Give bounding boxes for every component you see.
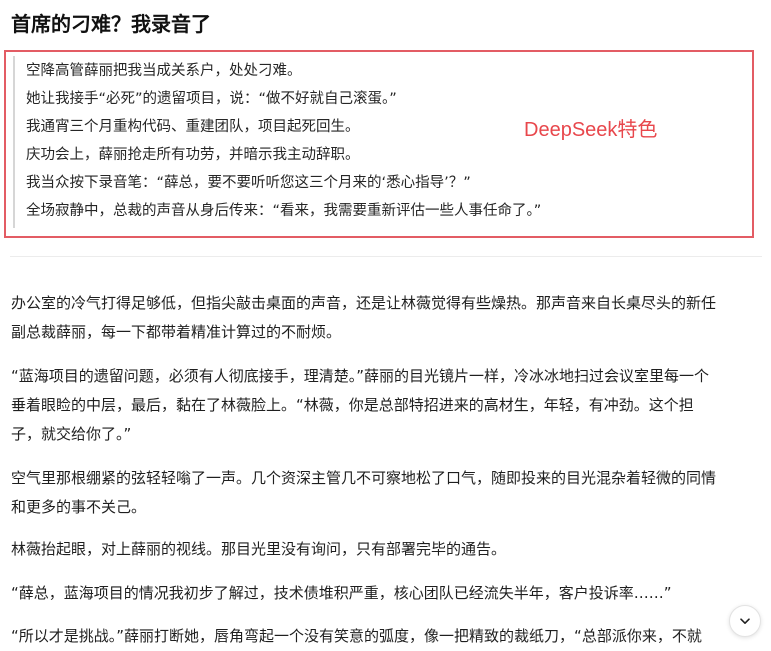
paragraph-line: 林薇抬起眼，对上薛丽的视线。那目光里没有询问，只有部署完毕的通告。 xyxy=(11,540,507,558)
paragraph-line: 办公室的冷气打得足够低，但指尖敲击桌面的声音，还是让林薇觉得有些燥热。那声音来自… xyxy=(11,294,717,312)
paragraph-line: 子，就交给你了。” xyxy=(11,425,132,443)
quote-bar xyxy=(13,56,15,228)
paragraph-line: “所以才是挑战。”薛丽打断她，唇角弯起一个没有笑意的弧度，像一把精致的裁纸刀，“… xyxy=(11,627,702,645)
paragraph-line: 空气里那根绷紧的弦轻轻嗡了一声。几个资深主管几不可察地松了口气，随即投来的目光混… xyxy=(11,469,717,487)
deepseek-feature-label: DeepSeek特色 xyxy=(524,119,658,141)
chevron-down-icon xyxy=(738,614,752,628)
summary-line: 她让我接手“必死”的遗留项目，说：“做不好就自己滚蛋。” xyxy=(26,91,397,107)
article-title: 首席的刁难？我录音了 xyxy=(11,12,211,36)
paragraph-line: “蓝海项目的遗留问题，必须有人彻底接手，理清楚。”薛丽的目光镜片一样，冷冰冰地扫… xyxy=(11,367,710,385)
summary-line: 空降高管薛丽把我当成关系户，处处刁难。 xyxy=(26,63,302,79)
summary-line: 我当众按下录音笔：“薛总，要不要听听您这三个月来的‘悉心指导’？” xyxy=(26,175,471,191)
summary-line: 庆功会上，薛丽抢走所有功劳，并暗示我主动辞职。 xyxy=(26,147,360,163)
paragraph-line: 和更多的事不关己。 xyxy=(11,498,147,516)
section-divider xyxy=(10,256,762,257)
summary-line: 全场寂静中，总裁的声音从身后传来：“看来，我需要重新评估一些人事任命了。” xyxy=(26,203,542,219)
scroll-down-button[interactable] xyxy=(729,605,761,637)
paragraph-line: 垂着眼睑的中层，最后，黏在了林薇脸上。“林薇，你是总部特招进来的高材生，年轻，有… xyxy=(11,396,694,414)
summary-line: 我通宵三个月重构代码、重建团队，项目起死回生。 xyxy=(26,119,360,135)
paragraph-line: 副总裁薛丽，每一下都带着精准计算过的不耐烦。 xyxy=(11,323,342,341)
paragraph-line: “薛总，蓝海项目的情况我初步了解过，技术债堆积严重，核心团队已经流失半年，客户投… xyxy=(11,584,672,602)
